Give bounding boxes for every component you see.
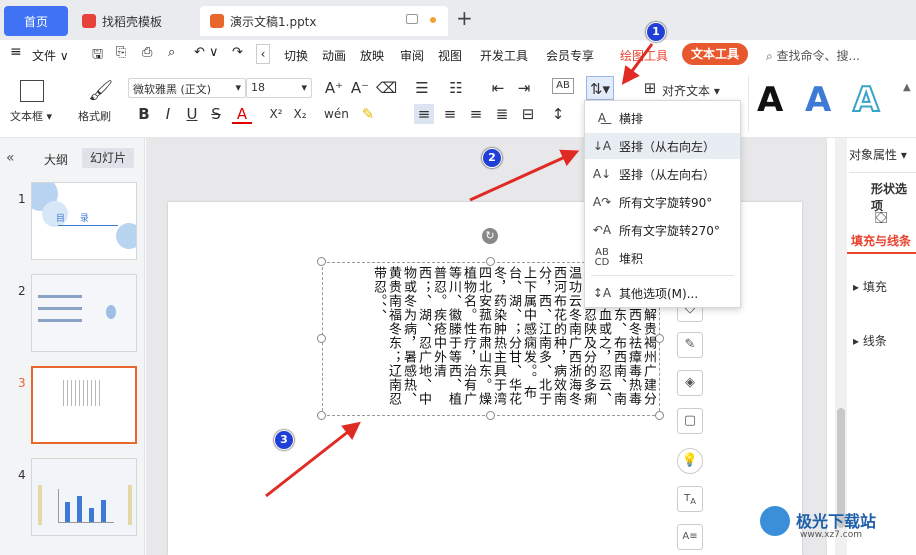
step-badge-2: 2	[482, 148, 502, 168]
step-badge-3: 3	[274, 430, 294, 450]
step-badge-1-label: 1	[652, 25, 660, 38]
watermark-label: 极光下载站	[796, 512, 877, 531]
watermark-url: www.xz7.com	[800, 530, 862, 540]
step-badge-1: 1	[646, 22, 666, 42]
watermark-url-label: www.xz7.com	[800, 530, 862, 540]
watermark-text: 极光下载站	[796, 508, 876, 532]
annotation-arrow-1	[621, 43, 654, 85]
watermark-logo	[760, 506, 790, 536]
annotation-arrows	[265, 43, 654, 498]
step-badge-2-label: 2	[488, 151, 496, 164]
step-badge-3-label: 3	[280, 433, 288, 446]
